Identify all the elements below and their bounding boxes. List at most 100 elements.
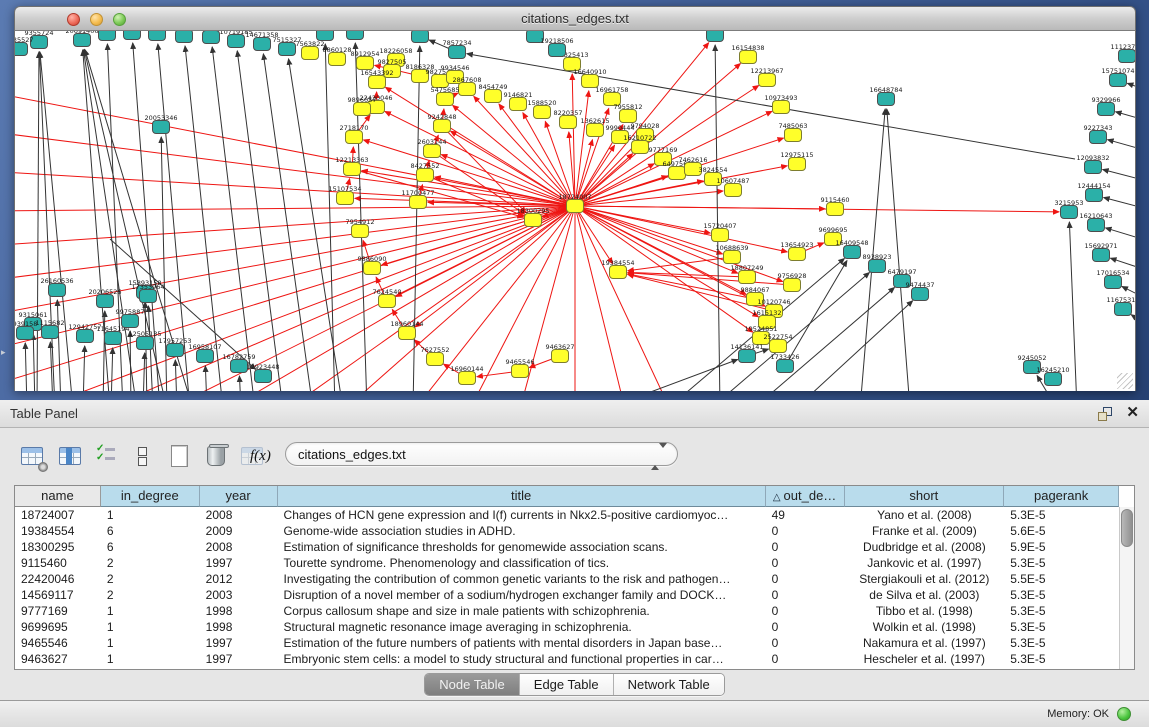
graph-node-yellow[interactable]: 1588520: [528, 99, 557, 119]
network-window-titlebar[interactable]: citations_edges.txt: [14, 6, 1136, 31]
cell-in_degree[interactable]: 1: [101, 507, 200, 523]
graph-node-teal[interactable]: 16958107: [188, 343, 221, 363]
graph-node-yellow[interactable]: 19384554: [601, 259, 634, 279]
graph-node-yellow[interactable]: 11700477: [401, 189, 434, 209]
delete-table-button[interactable]: [204, 444, 230, 470]
cell-year[interactable]: 2012: [200, 571, 278, 587]
cell-title[interactable]: Corpus callosum shape and size in male p…: [278, 603, 766, 619]
resize-grip[interactable]: [1117, 373, 1133, 389]
cell-short[interactable]: de Silva et al. (2003): [844, 587, 1004, 603]
create-table-button[interactable]: [168, 444, 194, 470]
cell-name[interactable]: 9115460: [15, 555, 101, 571]
cell-year[interactable]: 1998: [200, 603, 278, 619]
cell-name[interactable]: 9465546: [15, 635, 101, 651]
cell-short[interactable]: Wolkin et al. (1998): [844, 619, 1004, 635]
graph-node-yellow[interactable]: 12213967: [750, 67, 783, 87]
column-header-short[interactable]: short: [845, 486, 1005, 507]
table-row[interactable]: 1872400712008Changes of HCN gene express…: [15, 507, 1119, 523]
column-header-title[interactable]: title: [278, 486, 766, 507]
cell-pagerank[interactable]: 5.3E-5: [1004, 507, 1119, 523]
cell-short[interactable]: Jankovic et al. (1997): [844, 555, 1004, 571]
cell-name[interactable]: 22420046: [15, 571, 101, 587]
cell-short[interactable]: Franke et al. (2009): [844, 523, 1004, 539]
cell-pagerank[interactable]: 5.3E-5: [1004, 619, 1119, 635]
cell-year[interactable]: 2008: [200, 507, 278, 523]
cell-year[interactable]: 2003: [200, 587, 278, 603]
tab-network-table[interactable]: Network Table: [614, 674, 724, 695]
table-selector-dropdown[interactable]: citations_edges.txt: [285, 442, 678, 466]
graph-node-yellow[interactable]: 8220357: [554, 109, 583, 129]
graph-node-yellow[interactable]: 12975115: [780, 151, 813, 171]
table-row[interactable]: 1830029562008Estimation of significance …: [15, 539, 1119, 555]
collapsed-panel-arrow-icon[interactable]: ▸: [1, 346, 10, 358]
table-row[interactable]: 911546021997Tourette syndrome. Phenomeno…: [15, 555, 1119, 571]
cell-pagerank[interactable]: 5.6E-5: [1004, 523, 1119, 539]
cell-pagerank[interactable]: 5.3E-5: [1004, 635, 1119, 651]
cell-name[interactable]: 9699695: [15, 619, 101, 635]
graph-node-teal[interactable]: 11123705: [1110, 43, 1135, 63]
graph-node-teal[interactable]: 12093832: [1076, 154, 1109, 174]
graph-node-yellow[interactable]: 16640910: [573, 68, 606, 88]
graph-node-yellow[interactable]: 8912954: [351, 50, 380, 70]
tab-node-table[interactable]: Node Table: [425, 674, 520, 695]
cell-year[interactable]: 2008: [200, 539, 278, 555]
cell-title[interactable]: Changes of HCN gene expression and I(f) …: [278, 507, 766, 523]
cell-in_degree[interactable]: 1: [101, 635, 200, 651]
cell-in_degree[interactable]: 1: [101, 619, 200, 635]
cell-pagerank[interactable]: 5.9E-5: [1004, 539, 1119, 555]
cell-pagerank[interactable]: 5.3E-5: [1004, 651, 1119, 667]
graph-node-yellow[interactable]: 7955812: [614, 103, 643, 123]
cell-title[interactable]: Investigating the contribution of common…: [278, 571, 766, 587]
graph-node-yellow[interactable]: 10607487: [716, 177, 749, 197]
cell-out_degree[interactable]: 0: [766, 603, 845, 619]
cell-title[interactable]: Disruption of a novel member of a sodium…: [278, 587, 766, 603]
graph-node-yellow[interactable]: 16154838: [731, 44, 764, 64]
graph-node-teal[interactable]: 15278602: [167, 31, 200, 43]
cell-pagerank[interactable]: 5.5E-5: [1004, 571, 1119, 587]
close-panel-icon[interactable]: ✕: [1126, 404, 1139, 422]
cell-name[interactable]: 9463627: [15, 651, 101, 667]
graph-node-teal[interactable]: 7857234: [443, 39, 472, 59]
cell-out_degree[interactable]: 0: [766, 555, 845, 571]
cell-short[interactable]: Hescheler et al. (1997): [844, 651, 1004, 667]
table-settings-button[interactable]: [20, 444, 46, 470]
cell-year[interactable]: 1997: [200, 635, 278, 651]
cell-year[interactable]: 1997: [200, 555, 278, 571]
cell-in_degree[interactable]: 1: [101, 651, 200, 667]
table-row[interactable]: 946362711997Embryonic stem cells: a mode…: [15, 651, 1119, 667]
cell-in_degree[interactable]: 1: [101, 603, 200, 619]
graph-node-teal[interactable]: 11675310: [1106, 296, 1135, 316]
citation-network-graph[interactable]: 1872400718300295756382288601288912954182…: [15, 31, 1135, 391]
cell-name[interactable]: 18724007: [15, 507, 101, 523]
graph-node-yellow[interactable]: 5475685: [431, 86, 460, 106]
graph-node-teal[interactable]: 28937191: [115, 31, 148, 40]
memory-status-indicator[interactable]: [1117, 707, 1131, 721]
graph-node-teal[interactable]: 1733426: [771, 353, 800, 373]
column-header-out_degree[interactable]: △out_de…: [766, 486, 845, 507]
cell-title[interactable]: Estimation of the future numbers of pati…: [278, 635, 766, 651]
network-canvas[interactable]: 1872400718300295756382288601288912954182…: [14, 31, 1136, 391]
graph-node-teal[interactable]: 20691406: [65, 31, 98, 47]
cell-pagerank[interactable]: 5.3E-5: [1004, 587, 1119, 603]
graph-node-yellow[interactable]: 16960144: [450, 365, 483, 385]
vertical-scrollbar[interactable]: [1119, 507, 1134, 669]
cell-year[interactable]: 2009: [200, 523, 278, 539]
cell-out_degree[interactable]: 0: [766, 539, 845, 555]
cell-title[interactable]: Estimation of significance thresholds fo…: [278, 539, 766, 555]
graph-node-teal[interactable]: 20053346: [144, 114, 177, 134]
show-column-button[interactable]: [58, 444, 84, 470]
table-row[interactable]: 977716911998Corpus callosum shape and si…: [15, 603, 1119, 619]
table-row[interactable]: 1938455462009Genome-wide association stu…: [15, 523, 1119, 539]
graph-node-yellow[interactable]: 9465546: [506, 358, 535, 378]
graph-node-yellow[interactable]: 15107534: [328, 185, 361, 205]
table-row[interactable]: 946554611997Estimation of the future num…: [15, 635, 1119, 651]
cell-title[interactable]: Tourette syndrome. Phenomenology and cla…: [278, 555, 766, 571]
cell-in_degree[interactable]: 2: [101, 555, 200, 571]
graph-node-teal[interactable]: 12254923: [338, 31, 371, 40]
cell-in_degree[interactable]: 2: [101, 587, 200, 603]
cell-out_degree[interactable]: 49: [766, 507, 845, 523]
cell-title[interactable]: Embryonic stem cells: a model to study s…: [278, 651, 766, 667]
graph-node-teal[interactable]: 2087682: [701, 31, 730, 42]
cell-out_degree[interactable]: 0: [766, 571, 845, 587]
tab-edge-table[interactable]: Edge Table: [520, 674, 614, 695]
